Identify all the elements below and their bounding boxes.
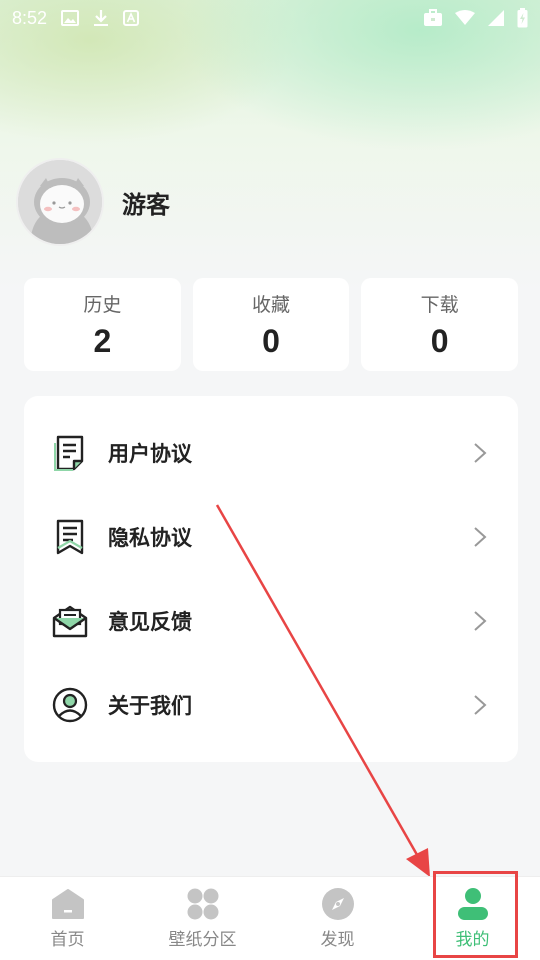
stat-value: 0 — [430, 322, 449, 359]
menu-item-privacy-agreement[interactable]: 隐私协议 — [24, 495, 518, 579]
document-icon — [52, 435, 88, 471]
envelope-icon — [52, 603, 88, 639]
menu-item-label: 关于我们 — [108, 694, 192, 718]
stat-label: 历史 — [83, 293, 122, 316]
signal-icon — [487, 9, 505, 27]
menu-card: 用户协议 隐私协议 意见反馈 关于我们 — [24, 396, 518, 762]
privacy-document-icon — [52, 519, 88, 555]
stat-favorites[interactable]: 收藏 0 — [192, 278, 350, 371]
compass-icon — [321, 887, 355, 921]
briefcase-icon — [423, 9, 443, 27]
chevron-right-icon — [474, 527, 487, 547]
menu-item-feedback[interactable]: 意见反馈 — [24, 579, 518, 663]
chevron-right-icon — [474, 611, 487, 631]
header-background — [0, 0, 540, 290]
tab-home[interactable]: 首页 — [0, 877, 135, 960]
stat-value: 0 — [262, 322, 280, 359]
home-icon — [51, 887, 85, 921]
stat-value: 2 — [93, 322, 112, 359]
menu-item-label: 隐私协议 — [108, 526, 192, 550]
stat-label: 下载 — [420, 293, 459, 316]
avatar[interactable] — [16, 158, 104, 246]
tab-label: 发现 — [320, 930, 355, 950]
chevron-right-icon — [474, 695, 487, 715]
user-circle-icon — [52, 687, 88, 723]
stats-row: 历史 2 收藏 0 下载 0 — [24, 278, 519, 371]
person-icon — [456, 887, 490, 921]
battery-icon — [517, 8, 528, 28]
image-icon — [61, 10, 80, 26]
stat-label: 收藏 — [252, 293, 291, 316]
tab-label: 我的 — [455, 930, 490, 950]
tab-label: 壁纸分区 — [168, 930, 237, 950]
tab-discover[interactable]: 发现 — [270, 877, 405, 960]
profile-section: 游客 — [16, 158, 170, 246]
stat-history[interactable]: 历史 2 — [24, 278, 181, 371]
stat-downloads[interactable]: 下载 0 — [361, 278, 519, 371]
menu-item-label: 用户协议 — [108, 442, 192, 466]
menu-item-label: 意见反馈 — [108, 610, 192, 634]
tab-label: 首页 — [50, 930, 85, 950]
download-icon — [93, 9, 109, 27]
tab-wallpaper-categories[interactable]: 壁纸分区 — [135, 877, 270, 960]
tab-mine[interactable]: 我的 — [405, 877, 540, 960]
app-notification-icon — [123, 10, 140, 26]
menu-item-about-us[interactable]: 关于我们 — [24, 663, 518, 747]
wifi-icon — [455, 10, 475, 26]
grid-icon — [186, 887, 220, 921]
status-bar: 8:52 — [0, 0, 540, 36]
chevron-right-icon — [474, 443, 487, 463]
status-time: 8:52 — [12, 7, 48, 28]
bottom-tab-bar: 首页 壁纸分区 发现 我的 — [0, 876, 540, 960]
menu-item-user-agreement[interactable]: 用户协议 — [24, 411, 518, 495]
username: 游客 — [122, 190, 170, 219]
